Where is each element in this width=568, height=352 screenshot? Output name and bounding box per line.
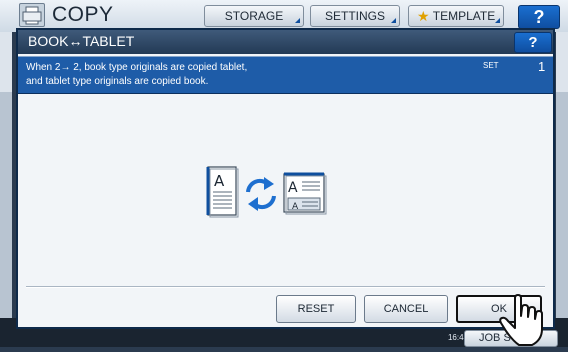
svg-text:A: A — [292, 202, 299, 212]
star-icon: ★ — [417, 8, 430, 24]
template-button[interactable]: ★ TEMPLATE — [408, 5, 504, 27]
clock: 16:45 — [447, 333, 468, 342]
set-label: SET — [483, 61, 499, 70]
background-panel-left — [0, 32, 12, 332]
dialog-title: BOOK↔TABLET — [28, 33, 135, 49]
book-page-icon: A — [206, 166, 239, 218]
hand-pointer-icon — [497, 294, 549, 347]
help-button[interactable]: ? — [514, 32, 552, 53]
corner-mark-icon — [295, 18, 300, 23]
info-message: When 2→ 2, book type originals are copie… — [26, 62, 248, 87]
background-panel-right — [556, 32, 568, 332]
help-button-top[interactable]: ? — [518, 5, 560, 29]
book-tablet-illustration: A A A — [204, 162, 334, 222]
divider — [26, 286, 545, 288]
copier-icon — [19, 3, 45, 27]
book-tablet-dialog: BOOK↔TABLET ? When 2→ 2, book type origi… — [16, 28, 555, 329]
svg-text:A: A — [214, 172, 225, 190]
settings-button-label: SETTINGS — [324, 9, 385, 23]
info-bar: When 2→ 2, book type originals are copie… — [18, 56, 553, 94]
settings-button[interactable]: SETTINGS — [310, 5, 400, 27]
template-button-label: TEMPLATE — [432, 9, 496, 23]
corner-mark-icon — [391, 18, 396, 23]
svg-text:A: A — [288, 180, 298, 196]
storage-button-label: STORAGE — [224, 9, 284, 23]
storage-button[interactable]: STORAGE — [204, 5, 304, 27]
app-title: COPY — [52, 3, 114, 26]
set-count: 1 — [538, 59, 546, 74]
dialog-header: BOOK↔TABLET ? — [18, 30, 553, 54]
reset-button[interactable]: RESET — [276, 295, 356, 323]
swap-arrows-icon — [246, 177, 276, 211]
cancel-button[interactable]: CANCEL — [364, 295, 448, 323]
corner-mark-icon — [495, 18, 500, 23]
tablet-page-icon: A A — [283, 172, 327, 215]
